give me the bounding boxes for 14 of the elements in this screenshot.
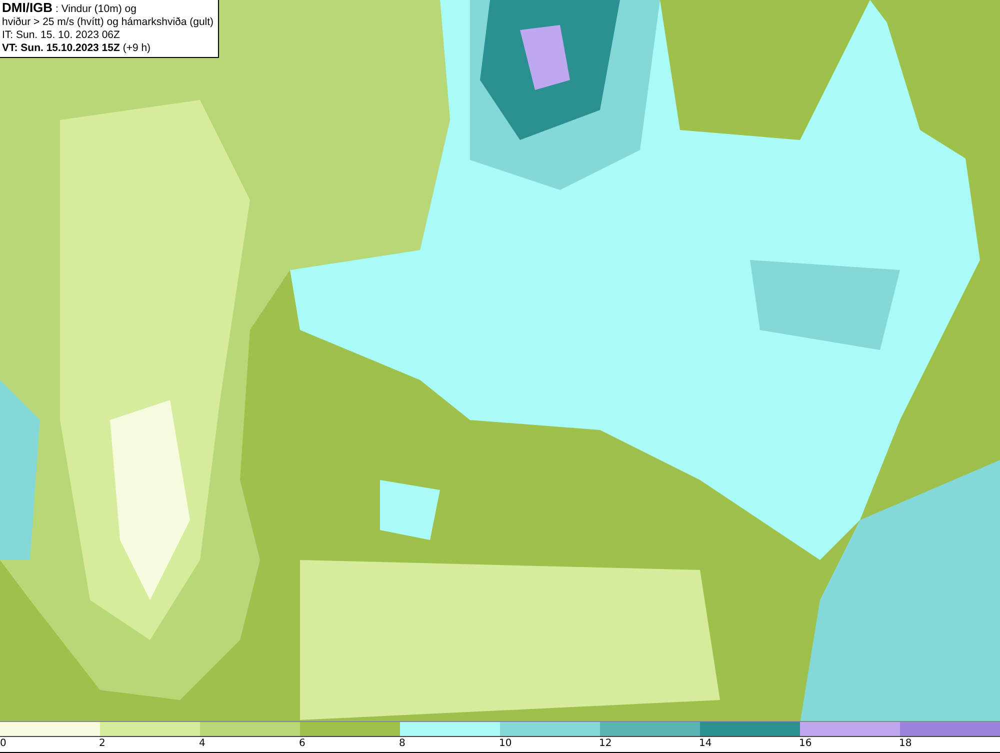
legend-label: 0 (0, 737, 6, 752)
info-text: DMI/IGB : Vindur (10m) og (2, 1, 138, 16)
info-text: IT: Sun. 15. 10. 2023 06Z (2, 29, 121, 42)
legend-label: 18 (899, 737, 912, 752)
legend-label: 4 (199, 737, 206, 752)
legend-label: 16 (799, 737, 812, 752)
legend-label: 12 (599, 737, 612, 752)
info-text: VT: Sun. 15.10.2023 15Z (+9 h) (2, 42, 152, 55)
legend-label: 2 (99, 737, 106, 752)
legend-label: 8 (399, 737, 406, 752)
legend-label: 10 (499, 737, 512, 752)
legend-label: 14 (699, 737, 712, 752)
legend-label: 6 (299, 737, 306, 752)
info-text: hviður > 25 m/s (hvítt) og hámarkshviða (gult) (2, 16, 214, 29)
